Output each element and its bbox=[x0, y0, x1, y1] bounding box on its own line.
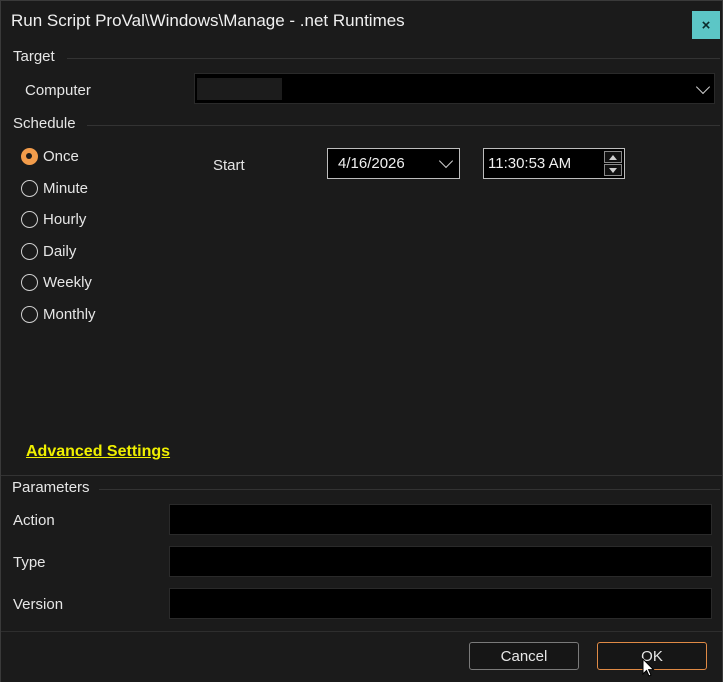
version-label: Version bbox=[13, 596, 64, 613]
parameters-top-divider bbox=[1, 475, 722, 476]
action-input[interactable] bbox=[169, 504, 712, 535]
run-script-dialog: Run Script ProVal\Windows\Manage - .net … bbox=[0, 0, 723, 682]
radio-daily[interactable]: Daily bbox=[21, 240, 76, 262]
radio-button-icon[interactable] bbox=[21, 305, 38, 323]
action-label: Action bbox=[13, 512, 55, 529]
title-bar: Run Script ProVal\Windows\Manage - .net … bbox=[1, 1, 722, 43]
cancel-button[interactable]: Cancel bbox=[469, 642, 579, 670]
radio-once[interactable]: Once bbox=[21, 145, 79, 167]
start-label: Start bbox=[213, 157, 245, 174]
radio-button-icon[interactable] bbox=[21, 210, 38, 228]
type-label: Type bbox=[13, 554, 46, 571]
radio-label-once: Once bbox=[43, 147, 79, 165]
parameters-group-label: Parameters bbox=[12, 479, 90, 496]
schedule-group-label: Schedule bbox=[13, 115, 76, 132]
radio-weekly[interactable]: Weekly bbox=[21, 271, 92, 293]
radio-label-monthly: Monthly bbox=[43, 305, 96, 323]
time-decrement-button[interactable] bbox=[604, 164, 622, 176]
type-input[interactable] bbox=[169, 546, 712, 577]
parameters-group-divider bbox=[99, 489, 720, 490]
chevron-down-icon[interactable] bbox=[438, 153, 454, 169]
close-button[interactable]: × bbox=[692, 11, 720, 39]
radio-monthly[interactable]: Monthly bbox=[21, 303, 96, 325]
radio-label-hourly: Hourly bbox=[43, 210, 87, 228]
start-time-value: 11:30:53 AM bbox=[488, 155, 572, 172]
target-group-divider bbox=[67, 58, 720, 59]
radio-minute[interactable]: Minute bbox=[21, 177, 88, 199]
time-increment-button[interactable] bbox=[604, 151, 622, 163]
radio-hourly[interactable]: Hourly bbox=[21, 208, 86, 230]
target-group-label: Target bbox=[13, 48, 55, 65]
radio-button-icon[interactable] bbox=[21, 273, 38, 291]
version-input[interactable] bbox=[169, 588, 712, 619]
chevron-down-icon[interactable] bbox=[695, 79, 711, 95]
arrow-down-icon bbox=[609, 168, 617, 173]
computer-select[interactable] bbox=[194, 73, 715, 104]
close-icon: × bbox=[701, 16, 711, 34]
mouse-pointer-icon bbox=[642, 658, 655, 677]
computer-label: Computer bbox=[25, 82, 91, 99]
start-date-picker[interactable]: 4/16/2026 bbox=[327, 148, 460, 179]
radio-button-icon[interactable] bbox=[21, 242, 38, 260]
schedule-group-divider bbox=[87, 125, 720, 126]
radio-button-icon[interactable] bbox=[21, 179, 38, 197]
computer-value-redacted bbox=[197, 78, 282, 100]
radio-label-minute: Minute bbox=[43, 179, 89, 197]
radio-button-checked-icon[interactable] bbox=[21, 147, 38, 165]
arrow-up-icon bbox=[609, 155, 617, 160]
radio-label-weekly: Weekly bbox=[43, 273, 92, 291]
start-date-value: 4/16/2026 bbox=[338, 155, 405, 172]
window-title: Run Script ProVal\Windows\Manage - .net … bbox=[11, 11, 405, 30]
advanced-settings-link[interactable]: Advanced Settings bbox=[26, 443, 170, 461]
radio-label-daily: Daily bbox=[43, 242, 77, 260]
start-time-field[interactable]: 11:30:53 AM bbox=[483, 148, 625, 179]
